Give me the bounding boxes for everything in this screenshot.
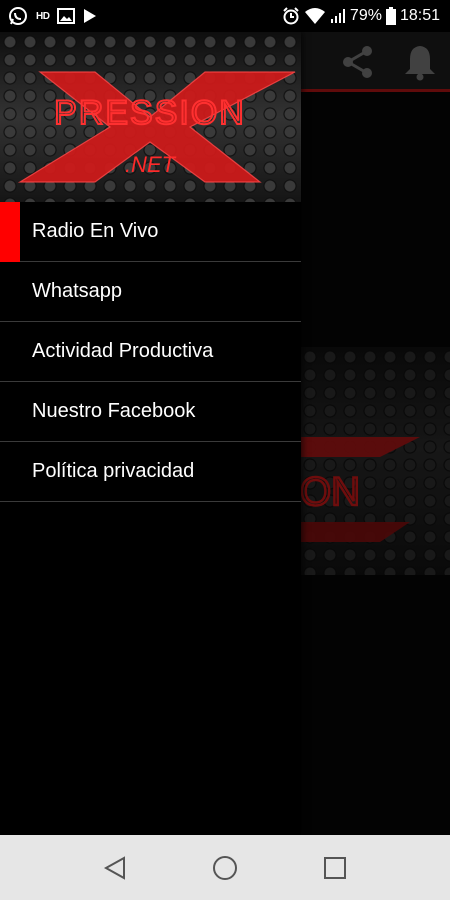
active-indicator <box>0 202 20 262</box>
system-nav-bar <box>0 835 450 900</box>
drawer-item-label: Whatsapp <box>32 280 123 302</box>
hd-icon: HD <box>36 10 50 22</box>
play-icon <box>83 8 97 24</box>
drawer-item-label: Actividad Productiva <box>32 340 214 362</box>
wifi-icon <box>304 7 326 25</box>
drawer-item-label: Nuestro Facebook <box>32 400 196 422</box>
alarm-icon <box>282 7 300 25</box>
drawer-item-radio-en-vivo[interactable]: Radio En Vivo <box>0 202 301 262</box>
drawer-item-label: Radio En Vivo <box>32 220 159 242</box>
drawer-item-politica-privacidad[interactable]: Política privacidad <box>0 442 301 502</box>
status-bar: HD 79% 18:51 <box>0 0 450 32</box>
home-icon[interactable] <box>205 848 245 888</box>
clock: 18:51 <box>399 7 440 24</box>
battery-percent: 79% <box>349 7 382 24</box>
drawer-item-nuestro-facebook[interactable]: Nuestro Facebook <box>0 382 301 442</box>
whatsapp-icon <box>8 6 28 26</box>
logo-word: PRESSION <box>54 94 246 132</box>
drawer-item-whatsapp[interactable]: Whatsapp <box>0 262 301 322</box>
back-icon[interactable] <box>95 848 135 888</box>
drawer-item-actividad-productiva[interactable]: Actividad Productiva <box>0 322 301 382</box>
status-left-icons: HD <box>8 0 97 32</box>
drawer-header-logo: PRESSION .NET <box>0 32 301 202</box>
navigation-drawer: PRESSION .NET Radio En Vivo Whatsapp Act… <box>0 32 301 835</box>
drawer-menu: Radio En Vivo Whatsapp Actividad Product… <box>0 202 301 502</box>
recents-icon[interactable] <box>315 848 355 888</box>
signal-icon <box>330 8 346 24</box>
battery-icon <box>385 7 396 25</box>
status-right-icons: 79% 18:51 <box>282 0 440 32</box>
logo-suffix: .NET <box>125 152 177 177</box>
gallery-icon <box>57 8 76 24</box>
drawer-item-label: Política privacidad <box>32 460 195 482</box>
